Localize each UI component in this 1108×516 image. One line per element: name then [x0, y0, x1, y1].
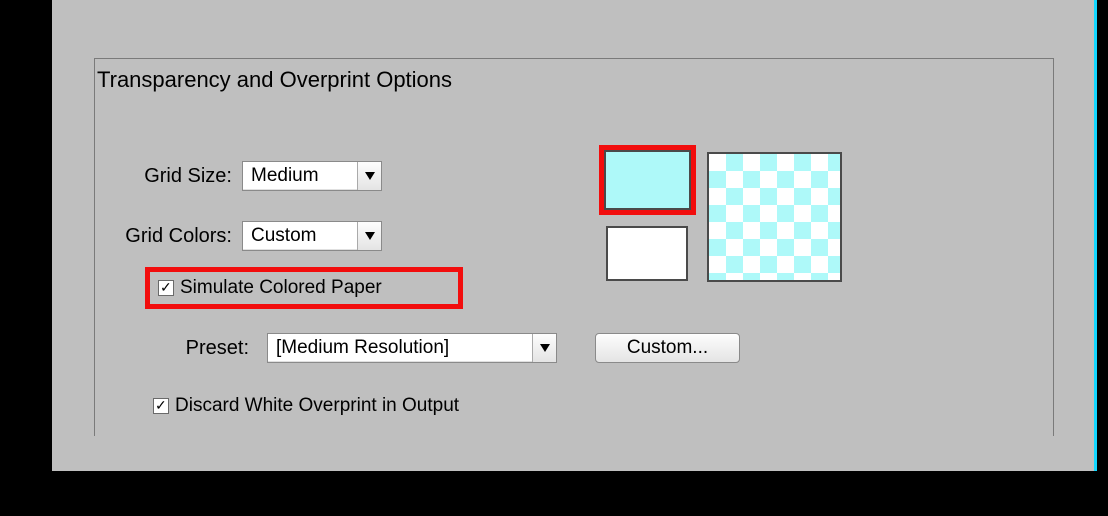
preset-value: [Medium Resolution]	[276, 337, 449, 359]
simulate-colored-paper-checkbox[interactable]	[158, 280, 174, 296]
preset-label: Preset:	[174, 337, 249, 360]
discard-row: Discard White Overprint in Output	[153, 390, 459, 422]
dialog-panel: Transparency and Overprint Options Grid …	[52, 0, 1097, 471]
simulate-colored-paper-label: Simulate Colored Paper	[180, 277, 382, 299]
transparency-grid-preview	[707, 152, 842, 282]
grid-size-dropdown[interactable]: Medium	[242, 161, 382, 191]
grid-colors-label: Grid Colors:	[111, 225, 232, 248]
chevron-down-icon	[532, 334, 556, 362]
grid-size-label: Grid Size:	[124, 165, 232, 188]
grid-colors-value: Custom	[251, 225, 316, 247]
simulate-colored-paper-highlight: Simulate Colored Paper	[145, 267, 463, 309]
chevron-down-icon	[357, 162, 381, 190]
custom-button-label: Custom...	[627, 337, 708, 359]
grid-colors-row: Grid Colors: Custom	[111, 220, 382, 252]
chevron-down-icon	[357, 222, 381, 250]
grid-color-swatch-bottom[interactable]	[606, 226, 688, 281]
discard-white-overprint-label: Discard White Overprint in Output	[175, 395, 459, 417]
grid-size-value: Medium	[251, 165, 319, 187]
preset-dropdown[interactable]: [Medium Resolution]	[267, 333, 557, 363]
grid-colors-dropdown[interactable]: Custom	[242, 221, 382, 251]
grid-color-swatch-top[interactable]	[604, 150, 691, 210]
custom-button[interactable]: Custom...	[595, 333, 740, 363]
grid-size-row: Grid Size: Medium	[124, 160, 382, 192]
discard-white-overprint-checkbox[interactable]	[153, 398, 169, 414]
preset-row: Preset: [Medium Resolution] Custom...	[174, 332, 740, 364]
grid-color-swatch-top-highlight	[599, 145, 696, 215]
